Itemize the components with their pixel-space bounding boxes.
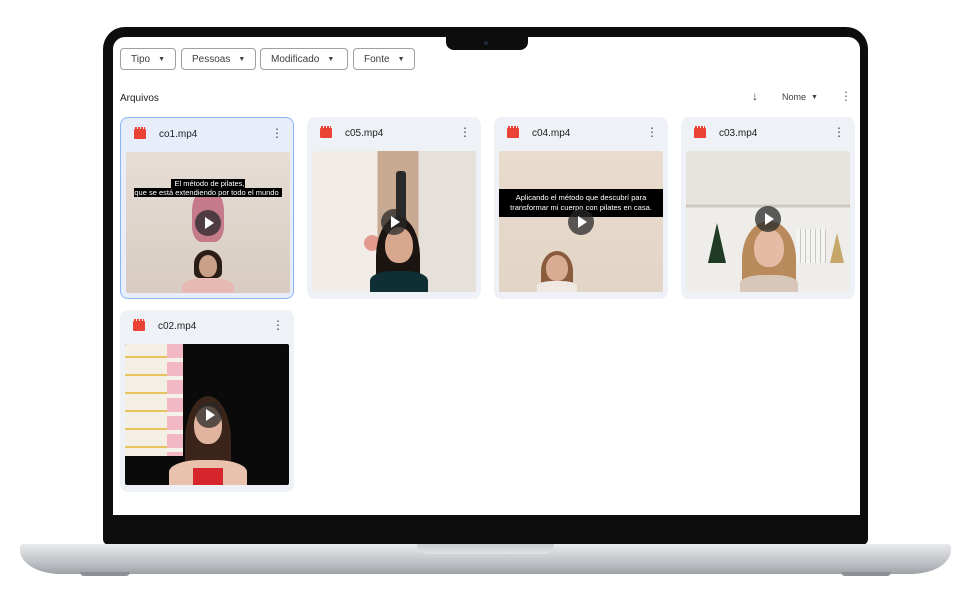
play-icon[interactable] [755, 205, 781, 232]
video-thumbnail[interactable]: Aplicando el método que descubrí para tr… [499, 151, 663, 292]
filter-chip-modificado[interactable]: Modificado ▼ [260, 48, 348, 70]
thumbnail-person-body [182, 278, 234, 293]
video-file-icon [694, 126, 706, 138]
file-name: c03.mp4 [719, 128, 758, 139]
play-icon[interactable] [195, 401, 222, 428]
caret-down-icon: ▼ [327, 55, 335, 63]
caret-down-icon: ▼ [158, 55, 166, 63]
file-card-c05[interactable]: c05.mp4 ⋮ [307, 117, 481, 299]
thumbnail-tree [708, 223, 726, 263]
video-file-icon [507, 126, 519, 138]
thumbnail-person-face [546, 255, 568, 281]
file-card-c02[interactable]: c02.mp4 ⋮ [120, 310, 294, 492]
filter-chip-label: Pessoas [192, 53, 231, 65]
file-name: c02.mp4 [158, 321, 197, 332]
file-card-c04[interactable]: c04.mp4 ⋮ Aplicando el método que descub… [494, 117, 668, 299]
camera-icon [484, 41, 488, 45]
video-thumbnail[interactable]: El método de pilates, que se está extend… [126, 152, 290, 293]
thumbnail-person-top [193, 468, 223, 485]
filter-chip-fonte[interactable]: Fonte ▼ [353, 48, 415, 70]
thumbnail-books [796, 229, 826, 263]
play-icon[interactable] [381, 208, 407, 235]
more-vert-icon[interactable]: ⋮ [272, 318, 284, 332]
play-icon[interactable] [195, 209, 221, 236]
filter-chip-label: Tipo [131, 53, 151, 65]
file-card-co1[interactable]: co1.mp4 ⋮ El método de pilates, que se e… [120, 117, 294, 299]
more-vert-icon[interactable]: ⋮ [646, 125, 658, 139]
file-name: c05.mp4 [345, 128, 384, 139]
filter-chip-label: Modificado [271, 53, 320, 65]
filter-chip-label: Fonte [364, 53, 390, 65]
more-vert-icon[interactable]: ⋮ [840, 89, 852, 103]
arrow-down-icon[interactable]: ↓ [752, 89, 758, 103]
video-file-icon [133, 319, 145, 331]
more-vert-icon[interactable]: ⋮ [833, 125, 845, 139]
sort-by-button[interactable]: Nome [782, 92, 806, 102]
section-title: Arquivos [120, 93, 159, 104]
video-file-icon [134, 127, 146, 139]
thumbnail-tree [830, 233, 844, 263]
file-name: co1.mp4 [159, 129, 198, 140]
caret-down-icon[interactable]: ▼ [811, 94, 818, 101]
thumbnail-person-face [199, 255, 217, 277]
play-icon[interactable] [568, 208, 594, 235]
laptop-lid-opening [417, 544, 554, 554]
filter-chip-pessoas[interactable]: Pessoas ▼ [181, 48, 256, 70]
filter-chip-tipo[interactable]: Tipo ▼ [120, 48, 176, 70]
more-vert-icon[interactable]: ⋮ [271, 126, 283, 140]
file-name: c04.mp4 [532, 128, 571, 139]
video-thumbnail[interactable] [686, 151, 850, 292]
caret-down-icon: ▼ [397, 55, 405, 63]
caret-down-icon: ▼ [238, 55, 246, 63]
thumbnail-person-face [754, 229, 784, 267]
thumbnail-person-body [370, 271, 428, 292]
video-thumbnail[interactable] [312, 151, 476, 292]
thumbnail-person-body [537, 281, 577, 292]
video-caption: El método de pilates, que se está extend… [126, 179, 290, 197]
video-file-icon [320, 126, 332, 138]
laptop-foot-left [80, 572, 130, 576]
thumbnail-person-body [740, 275, 798, 292]
laptop-foot-right [841, 572, 891, 576]
more-vert-icon[interactable]: ⋮ [459, 125, 471, 139]
video-thumbnail[interactable] [125, 344, 289, 485]
file-card-c03[interactable]: c03.mp4 ⋮ [681, 117, 855, 299]
thumbnail-exercise-chart [167, 344, 183, 456]
